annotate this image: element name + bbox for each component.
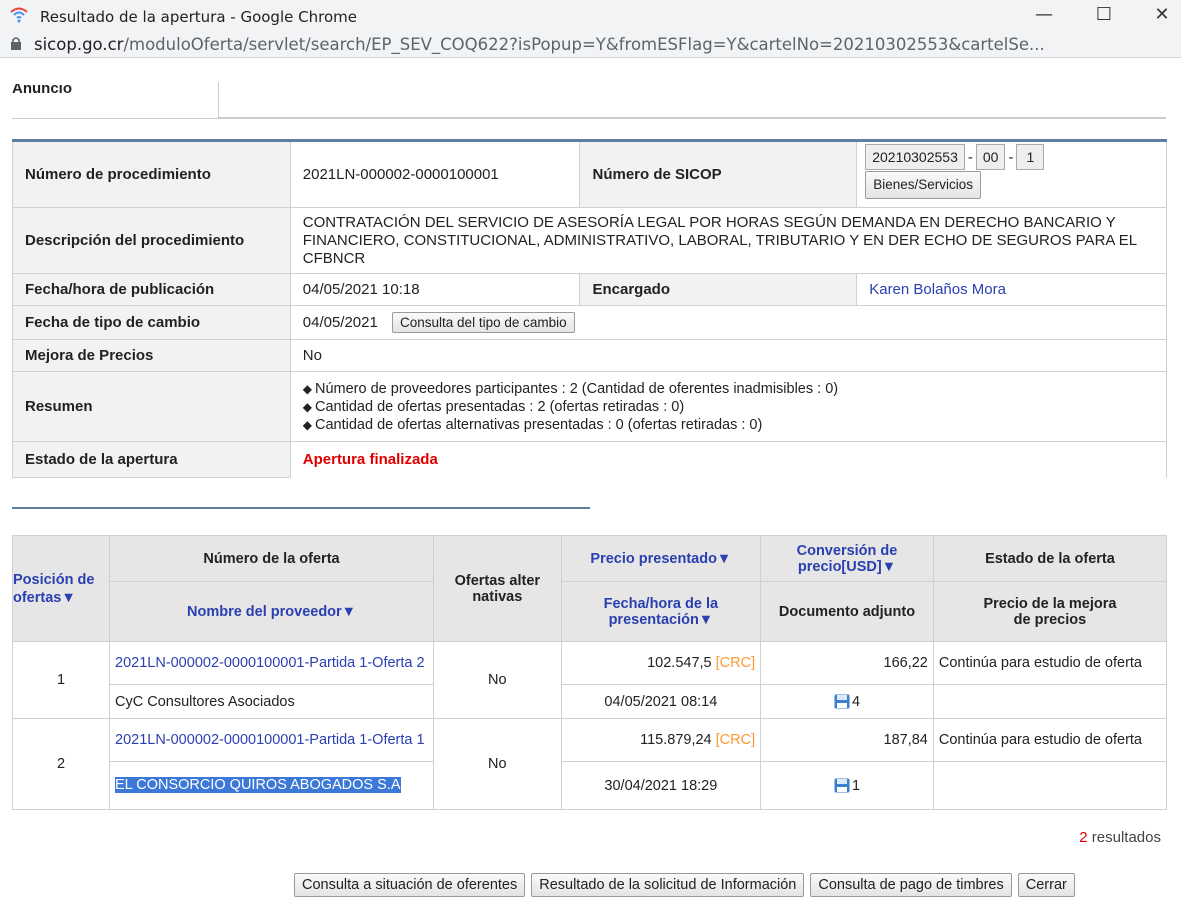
estado-apertura-label: Estado de la apertura [12,441,291,478]
offers-results-table: Posición de ofertas▼ Número de la oferta… [12,535,1168,810]
resultado-solicitud-informacion-button[interactable]: Resultado de la solicitud de Información [531,873,805,897]
save-disk-icon[interactable] [834,694,850,709]
sort-proveedor-header[interactable]: Nombre del proveedor▼ [108,581,435,642]
procedure-details-table: Número de procedimiento 2021LN-000002-00… [12,139,1168,478]
encargado-cell: Karen Bolaños Mora [856,273,1167,306]
browser-titlebar: Resultado de la apertura - Google Chrome… [0,0,1181,58]
fecha-cell: 04/05/2021 08:14 [560,684,762,719]
save-disk-icon[interactable] [834,778,850,793]
alternativas-header: Ofertas alter nativas [433,535,562,642]
estado-apertura-value: Apertura finalizada [289,441,1168,478]
documento-cell[interactable]: 4 [760,684,934,719]
descripcion-value: CONTRATACIÓN DEL SERVICIO DE ASESORÍA LE… [289,207,1168,274]
sicop-seq-box: 00 [975,144,1006,170]
mejora-cell [932,684,1168,719]
mejora-precio-header: Precio de la mejora de precios [932,581,1168,642]
sicop-num-box: 1 [1016,144,1045,170]
oferta-link[interactable]: 2021LN-000002-0000100001-Partida 1-Ofert… [115,732,425,748]
documento-header: Documento adjunto [760,581,934,642]
table-row: 2 2021LN-000002-0000100001-Partida 1-Ofe… [12,718,1168,810]
resumen-line: ◆ Cantidad de ofertas alternativas presen… [302,416,763,433]
anuncio-label: Anuncio [12,84,72,97]
resumen-label: Resumen [12,371,291,442]
wifi-icon [10,7,28,23]
sort-conversion-header[interactable]: Conversión de precio[USD]▼ [760,535,934,582]
table-row: CyC Consultores Asociados 04/05/2021 08:… [13,684,1168,719]
close-window-button[interactable]: ✕ [1142,4,1181,28]
fecha-cell: 30/04/2021 18:29 [560,761,762,810]
fecha-publicacion-label: Fecha/hora de publicación [12,273,291,306]
selected-proveedor-text: EL CONSORCIO QUIROS ABOGADOS S.A [115,777,401,793]
precio-cell: 115.879,24 [CRC] [560,718,762,762]
divider [12,118,1166,119]
fecha-cambio-value: 04/05/2021 [302,314,378,331]
alternativas-cell: No [433,718,562,810]
lock-icon [11,37,21,50]
numero-sicop-label: Número de SICOP [579,140,858,208]
results-count: 2 resultados [1079,829,1161,846]
table-row: 1 2021LN-000002-0000100001-Partida 1-Ofe… [12,641,1168,719]
posicion-cell: 1 [12,641,110,719]
diamond-bullet-icon: ◆ [302,399,312,414]
sicop-number-box: 20210302553 [865,144,965,170]
oferta-cell: 2021LN-000002-0000100001-Partida 1-Ofert… [108,641,435,685]
address-bar[interactable]: sicop.go.cr/moduloOferta/servlet/search/… [34,35,1045,54]
encargado-label: Encargado [579,273,858,306]
minimize-button[interactable]: — [1024,4,1064,28]
fecha-publicacion-value: 04/05/2021 10:18 [289,273,581,306]
estado-cell: Continúa para estudio de oferta [932,641,1168,685]
numero-sicop-value: 20210302553-00-1 Bienes/Servicios [856,140,1167,208]
sort-precio-header[interactable]: Precio presentado▼ [560,535,762,582]
mejora-cell [932,761,1168,810]
url-host: sicop.go.cr [34,35,124,54]
fecha-cambio-label: Fecha de tipo de cambio [12,305,291,340]
window-title: Resultado de la apertura - Google Chrome [40,8,357,26]
diamond-bullet-icon: ◆ [302,381,312,396]
resumen-line: ◆ Cantidad de ofertas presentadas : 2 (of… [302,398,685,415]
consulta-pago-timbres-button[interactable]: Consulta de pago de timbres [810,873,1012,897]
sort-fecha-header[interactable]: Fecha/hora de la presentación▼ [560,581,762,642]
numero-procedimiento-value: 2021LN-000002-0000100001 [289,140,581,208]
maximize-button[interactable]: ☐ [1084,4,1124,28]
fecha-cambio-cell: 04/05/2021 Consulta del tipo de cambio [289,305,1168,340]
anuncio-value [218,82,1166,118]
mejora-precios-value: No [289,339,1168,372]
alternativas-cell: No [433,641,562,719]
proveedor-cell: CyC Consultores Asociados [108,684,435,719]
cerrar-button[interactable]: Cerrar [1017,873,1075,897]
conversion-cell: 166,22 [760,641,934,685]
encargado-link[interactable]: Karen Bolaños Mora [869,281,1006,298]
oferta-cell: 2021LN-000002-0000100001-Partida 1-Ofert… [108,718,435,762]
consulta-situacion-oferentes-button[interactable]: Consulta a situación de oferentes [294,873,526,897]
table-row: EL CONSORCIO QUIROS ABOGADOS S.A 30/04/2… [13,761,1168,810]
resumen-cell: ◆ Número de proveedores participantes : 2… [289,371,1168,442]
estado-cell: Continúa para estudio de oferta [932,718,1168,762]
mejora-precios-label: Mejora de Precios [12,339,291,372]
precio-cell: 102.547,5 [CRC] [560,641,762,685]
divider [12,507,590,509]
estado-oferta-header: Estado de la oferta [932,535,1168,582]
consulta-tipo-cambio-button[interactable]: Consulta del tipo de cambio [392,312,575,333]
url-path: /moduloOferta/servlet/search/EP_SEV_COQ6… [123,35,1045,54]
action-buttons: Consulta a situación de oferentes Result… [294,873,1075,897]
oferta-link[interactable]: 2021LN-000002-0000100001-Partida 1-Ofert… [115,655,425,671]
conversion-cell: 187,84 [760,718,934,762]
numero-oferta-header: Número de la oferta [108,535,435,582]
proveedor-cell: EL CONSORCIO QUIROS ABOGADOS S.A [108,761,435,810]
bienes-servicios-button[interactable]: Bienes/Servicios [865,171,982,199]
sort-posicion-header[interactable]: Posición de ofertas▼ [12,535,110,642]
posicion-cell: 2 [12,718,110,810]
numero-procedimiento-label: Número de procedimiento [12,140,291,208]
documento-cell[interactable]: 1 [760,761,934,810]
resumen-line: ◆ Número de proveedores participantes : 2… [302,380,839,397]
diamond-bullet-icon: ◆ [302,417,312,432]
descripcion-label: Descripción del procedimiento [12,207,291,274]
